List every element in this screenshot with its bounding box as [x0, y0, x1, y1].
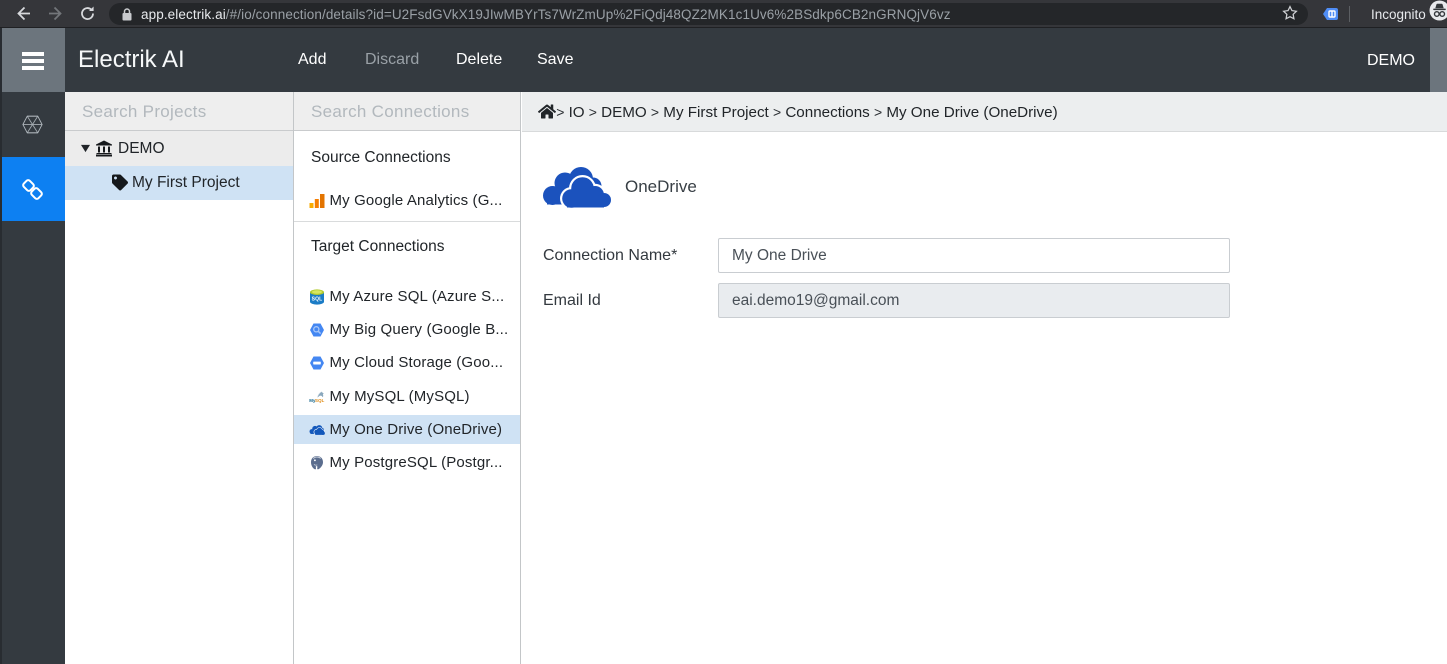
- svg-text:SQL: SQL: [315, 398, 325, 403]
- svg-text:SQL: SQL: [311, 297, 322, 303]
